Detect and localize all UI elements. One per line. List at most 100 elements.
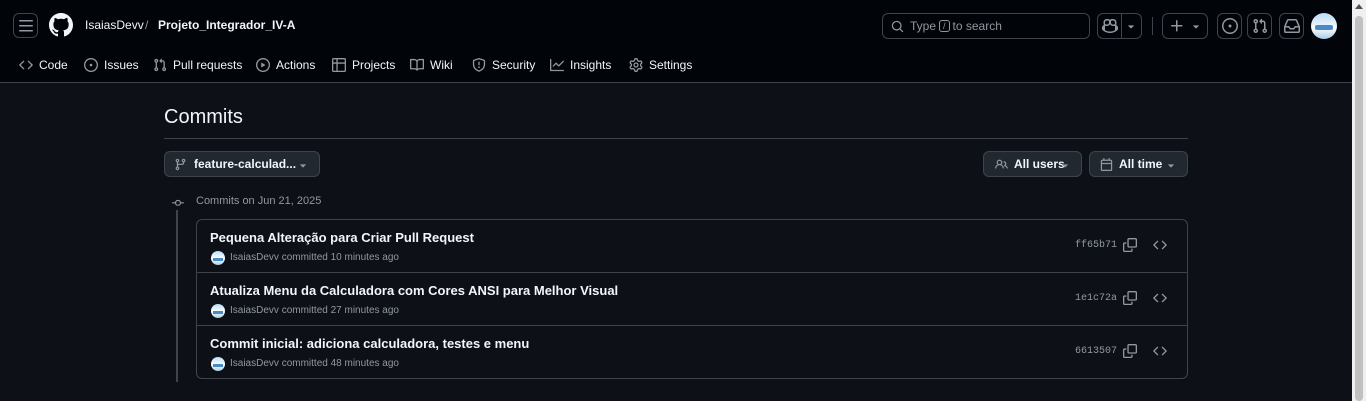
browse-repo-button[interactable] [1153,291,1169,307]
triangle-down-icon [300,164,306,168]
commit-message-link[interactable]: Pequena Alteração para Criar Pull Reques… [210,230,474,245]
book-icon [410,58,424,71]
copilot-icon [1102,18,1118,34]
your-pull-requests-button[interactable] [1247,13,1272,39]
table-icon [332,58,346,72]
commit-author-link[interactable]: IsaiasDevv [230,305,279,316]
tab-settings-label: Settings [649,58,693,72]
breadcrumb-owner-link[interactable]: IsaiasDevv [85,18,144,32]
tab-projects-label: Projects [352,58,396,72]
code-icon [1153,346,1167,356]
page-scrollbar[interactable] [1352,0,1366,401]
search-placeholder-prefix: Type [910,19,937,33]
browse-repo-button[interactable] [1153,344,1169,360]
commit-message-link[interactable]: Commit inicial: adiciona calculadora, te… [210,336,529,351]
commit-author-link[interactable]: IsaiasDevv [230,252,279,263]
time-filter-label: All time [1119,157,1163,171]
tab-issues-label: Issues [104,58,139,72]
issue-opened-icon [84,58,98,72]
tab-settings[interactable]: Settings [629,50,692,80]
tab-projects[interactable]: Projects [332,50,395,80]
commit-message-link[interactable]: Atualiza Menu da Calculadora com Cores A… [210,283,618,298]
commit-action: committed [281,252,328,263]
author-avatar[interactable] [211,304,225,318]
search-icon [891,20,904,32]
gear-icon [629,58,643,72]
global-header: IsaiasDevv / Projeto_Integrador_IV-A Typ… [0,0,1352,83]
commit-meta: IsaiasDevv committed 27 minutes ago [230,305,399,316]
branch-selector[interactable]: feature-calculad... [164,151,320,177]
tab-actions[interactable]: Actions [256,50,315,80]
page-title: Commits [164,106,243,128]
tab-insights[interactable]: Insights [550,50,611,80]
time-filter[interactable]: All time [1089,151,1188,177]
commit-meta: IsaiasDevv committed 48 minutes ago [230,358,399,369]
tab-pull-requests[interactable]: Pull requests [153,50,242,80]
search-input[interactable]: Type / to search [882,13,1090,39]
github-logo-icon[interactable] [48,13,73,37]
tab-insights-label: Insights [570,58,612,72]
browse-repo-button[interactable] [1153,238,1169,254]
copy-sha-button[interactable] [1123,238,1139,254]
tab-code-label: Code [39,58,68,72]
author-avatar[interactable] [211,251,225,265]
git-commit-icon [171,196,185,208]
breadcrumb-repo-link[interactable]: Projeto_Integrador_IV-A [158,18,295,32]
tab-wiki-label: Wiki [430,58,453,72]
people-icon [995,159,1008,169]
commit-sha-link[interactable]: 1e1c72a [1075,293,1117,304]
commit-action: committed [281,358,328,369]
commit-row: Pequena Alteração para Criar Pull Reques… [197,220,1187,273]
code-icon [19,60,33,70]
scrollbar-thumb[interactable] [1355,16,1363,401]
commit-time: 48 minutes ago [330,358,399,369]
commit-time: 10 minutes ago [330,252,399,263]
copilot-button[interactable] [1097,13,1142,39]
git-pull-request-icon [1252,18,1267,34]
copy-sha-button[interactable] [1123,344,1139,360]
tab-actions-label: Actions [276,58,316,72]
commit-row: Atualiza Menu da Calculadora com Cores A… [197,273,1187,326]
users-filter-label: All users [1014,157,1065,171]
author-avatar[interactable] [211,357,225,371]
search-shortcut-key: / [939,20,950,32]
commit-author-link[interactable]: IsaiasDevv [230,358,279,369]
notifications-button[interactable] [1279,13,1304,39]
tab-wiki[interactable]: Wiki [410,50,453,80]
create-new-button[interactable] [1162,13,1208,39]
issue-opened-icon [1221,18,1238,34]
open-menu-button[interactable] [13,13,38,38]
scroll-up-arrow-icon[interactable] [1355,4,1363,9]
commit-group-date: Commits on Jun 21, 2025 [196,195,322,207]
header-divider [1152,17,1153,35]
plus-icon [1171,20,1183,32]
tab-pull-requests-label: Pull requests [173,58,243,72]
shield-icon [472,58,486,72]
commit-list: Pequena Alteração para Criar Pull Reques… [196,219,1188,379]
copy-icon [1123,291,1137,305]
tab-security-label: Security [492,58,536,72]
timeline-line [176,210,178,382]
triangle-down-icon [1062,164,1068,168]
header-top-row: IsaiasDevv / Projeto_Integrador_IV-A Typ… [0,0,1352,50]
users-filter[interactable]: All users [983,151,1082,177]
commit-sha-link[interactable]: ff65b71 [1075,240,1117,251]
branch-selector-label: feature-calculad... [194,157,297,171]
user-avatar[interactable] [1311,13,1337,39]
inbox-icon [1283,19,1300,33]
git-pull-request-icon [154,58,167,72]
graph-icon [550,58,564,72]
commit-sha-link[interactable]: 6613507 [1075,346,1117,357]
tab-issues[interactable]: Issues [84,50,139,80]
triangle-down-icon [1168,164,1174,168]
code-icon [1153,293,1167,303]
git-branch-icon [175,158,186,170]
tab-security[interactable]: Security [472,50,535,80]
code-icon [1153,240,1167,250]
copy-icon [1123,344,1137,358]
your-issues-button[interactable] [1217,13,1242,39]
commit-row: Commit inicial: adiciona calculadora, te… [197,326,1187,378]
copy-sha-button[interactable] [1123,291,1139,307]
tab-code[interactable]: Code [19,50,68,80]
hamburger-icon [18,19,33,31]
